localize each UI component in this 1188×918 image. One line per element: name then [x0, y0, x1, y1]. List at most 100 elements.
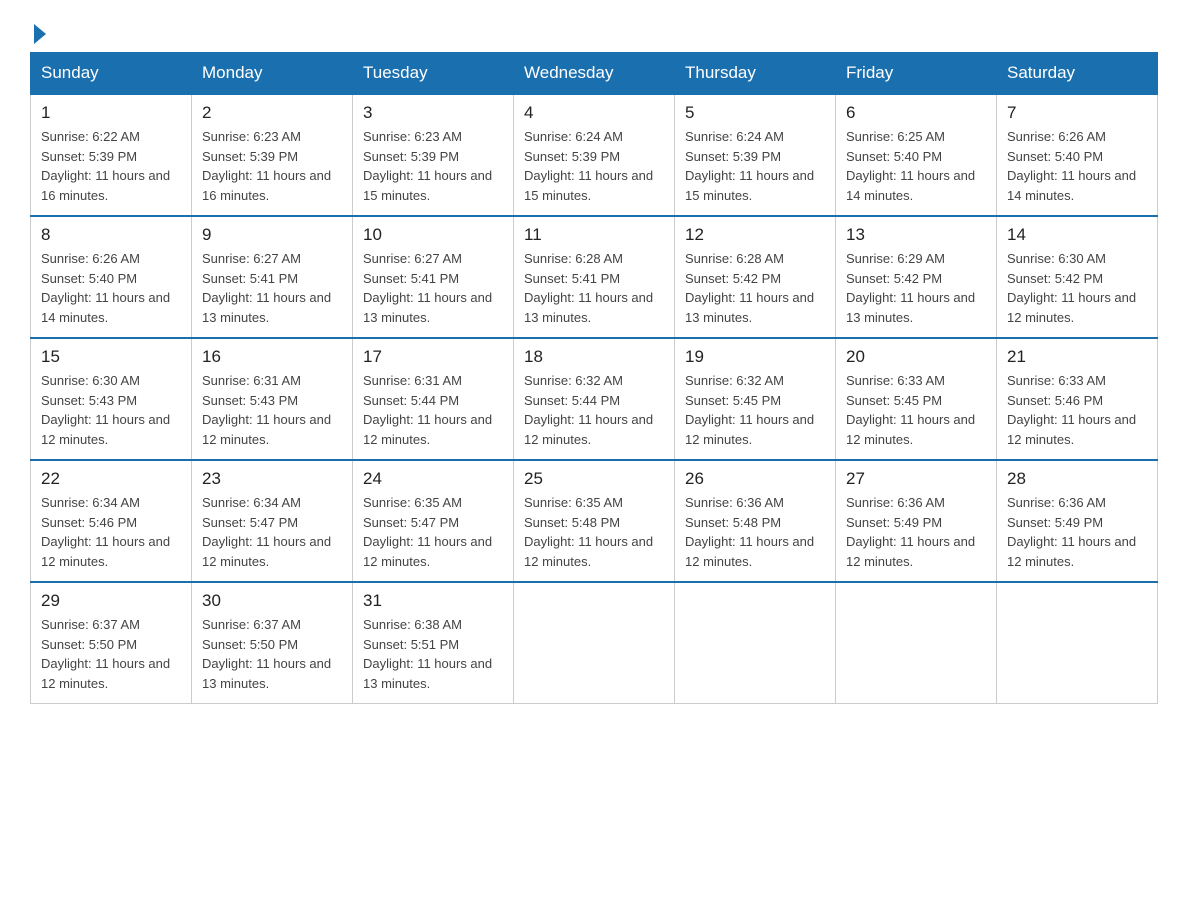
calendar-day-cell: 25Sunrise: 6:35 AMSunset: 5:48 PMDayligh…	[514, 460, 675, 582]
day-number: 19	[685, 347, 825, 367]
calendar-day-cell: 19 Sunrise: 6:32 AMSunset: 5:45 PMDayligh…	[675, 338, 836, 460]
page-header	[30, 20, 1158, 42]
day-of-week-header: Wednesday	[514, 53, 675, 95]
day-number: 26	[685, 469, 825, 489]
day-number: 20	[846, 347, 986, 367]
day-info: Sunrise: 6:28 AMSunset: 5:41 PMDaylight:…	[524, 249, 664, 327]
calendar-day-cell: 31Sunrise: 6:38 AMSunset: 5:51 PMDayligh…	[353, 582, 514, 704]
calendar-day-cell: 13 Sunrise: 6:29 AMSunset: 5:42 PMDayligh…	[836, 216, 997, 338]
calendar-week-row: 1 Sunrise: 6:22 AMSunset: 5:39 PMDaylight…	[31, 94, 1158, 216]
day-info: Sunrise: 6:25 AMSunset: 5:40 PMDaylight:…	[846, 127, 986, 205]
day-number: 18	[524, 347, 664, 367]
calendar-day-cell: 7 Sunrise: 6:26 AMSunset: 5:40 PMDaylight…	[997, 94, 1158, 216]
day-info: Sunrise: 6:29 AMSunset: 5:42 PMDaylight:…	[846, 249, 986, 327]
calendar-day-cell: 15Sunrise: 6:30 AMSunset: 5:43 PMDayligh…	[31, 338, 192, 460]
calendar-day-cell	[836, 582, 997, 704]
calendar-day-cell: 9 Sunrise: 6:27 AMSunset: 5:41 PMDaylight…	[192, 216, 353, 338]
day-number: 12	[685, 225, 825, 245]
calendar-day-cell: 14 Sunrise: 6:30 AMSunset: 5:42 PMDayligh…	[997, 216, 1158, 338]
calendar-table: SundayMondayTuesdayWednesdayThursdayFrid…	[30, 52, 1158, 704]
day-info: Sunrise: 6:37 AMSunset: 5:50 PMDaylight:…	[41, 615, 181, 693]
calendar-day-cell: 4 Sunrise: 6:24 AMSunset: 5:39 PMDaylight…	[514, 94, 675, 216]
day-number: 14	[1007, 225, 1147, 245]
day-info: Sunrise: 6:34 AMSunset: 5:46 PMDaylight:…	[41, 493, 181, 571]
day-info: Sunrise: 6:31 AMSunset: 5:44 PMDaylight:…	[363, 371, 503, 449]
calendar-day-cell: 17 Sunrise: 6:31 AMSunset: 5:44 PMDayligh…	[353, 338, 514, 460]
calendar-day-cell: 16 Sunrise: 6:31 AMSunset: 5:43 PMDayligh…	[192, 338, 353, 460]
day-number: 15	[41, 347, 181, 367]
calendar-day-cell: 5Sunrise: 6:24 AMSunset: 5:39 PMDaylight…	[675, 94, 836, 216]
day-number: 3	[363, 103, 503, 123]
calendar-day-cell: 29Sunrise: 6:37 AMSunset: 5:50 PMDayligh…	[31, 582, 192, 704]
calendar-day-cell	[675, 582, 836, 704]
calendar-day-cell: 28 Sunrise: 6:36 AMSunset: 5:49 PMDayligh…	[997, 460, 1158, 582]
calendar-day-cell: 1 Sunrise: 6:22 AMSunset: 5:39 PMDaylight…	[31, 94, 192, 216]
day-number: 21	[1007, 347, 1147, 367]
logo	[30, 20, 46, 42]
day-info: Sunrise: 6:35 AMSunset: 5:47 PMDaylight:…	[363, 493, 503, 571]
day-number: 7	[1007, 103, 1147, 123]
day-info: Sunrise: 6:38 AMSunset: 5:51 PMDaylight:…	[363, 615, 503, 693]
day-of-week-header: Saturday	[997, 53, 1158, 95]
day-info: Sunrise: 6:31 AMSunset: 5:43 PMDaylight:…	[202, 371, 342, 449]
day-info: Sunrise: 6:37 AMSunset: 5:50 PMDaylight:…	[202, 615, 342, 693]
calendar-week-row: 29Sunrise: 6:37 AMSunset: 5:50 PMDayligh…	[31, 582, 1158, 704]
day-info: Sunrise: 6:23 AMSunset: 5:39 PMDaylight:…	[202, 127, 342, 205]
day-info: Sunrise: 6:30 AMSunset: 5:42 PMDaylight:…	[1007, 249, 1147, 327]
day-info: Sunrise: 6:27 AMSunset: 5:41 PMDaylight:…	[202, 249, 342, 327]
day-number: 1	[41, 103, 181, 123]
day-of-week-header: Friday	[836, 53, 997, 95]
day-number: 24	[363, 469, 503, 489]
day-of-week-header: Monday	[192, 53, 353, 95]
day-info: Sunrise: 6:26 AMSunset: 5:40 PMDaylight:…	[1007, 127, 1147, 205]
day-info: Sunrise: 6:23 AMSunset: 5:39 PMDaylight:…	[363, 127, 503, 205]
day-number: 9	[202, 225, 342, 245]
calendar-day-cell: 3 Sunrise: 6:23 AMSunset: 5:39 PMDaylight…	[353, 94, 514, 216]
day-number: 16	[202, 347, 342, 367]
calendar-week-row: 15Sunrise: 6:30 AMSunset: 5:43 PMDayligh…	[31, 338, 1158, 460]
calendar-week-row: 8 Sunrise: 6:26 AMSunset: 5:40 PMDaylight…	[31, 216, 1158, 338]
calendar-day-cell: 26 Sunrise: 6:36 AMSunset: 5:48 PMDayligh…	[675, 460, 836, 582]
day-info: Sunrise: 6:27 AMSunset: 5:41 PMDaylight:…	[363, 249, 503, 327]
calendar-day-cell: 11 Sunrise: 6:28 AMSunset: 5:41 PMDayligh…	[514, 216, 675, 338]
day-number: 6	[846, 103, 986, 123]
day-info: Sunrise: 6:36 AMSunset: 5:48 PMDaylight:…	[685, 493, 825, 571]
day-number: 30	[202, 591, 342, 611]
logo-arrow-icon	[34, 24, 46, 44]
day-info: Sunrise: 6:34 AMSunset: 5:47 PMDaylight:…	[202, 493, 342, 571]
day-number: 27	[846, 469, 986, 489]
calendar-day-cell: 30 Sunrise: 6:37 AMSunset: 5:50 PMDayligh…	[192, 582, 353, 704]
day-info: Sunrise: 6:36 AMSunset: 5:49 PMDaylight:…	[846, 493, 986, 571]
calendar-day-cell	[997, 582, 1158, 704]
day-info: Sunrise: 6:22 AMSunset: 5:39 PMDaylight:…	[41, 127, 181, 205]
calendar-day-cell: 6 Sunrise: 6:25 AMSunset: 5:40 PMDaylight…	[836, 94, 997, 216]
day-info: Sunrise: 6:26 AMSunset: 5:40 PMDaylight:…	[41, 249, 181, 327]
calendar-week-row: 22 Sunrise: 6:34 AMSunset: 5:46 PMDayligh…	[31, 460, 1158, 582]
calendar-day-cell: 20 Sunrise: 6:33 AMSunset: 5:45 PMDayligh…	[836, 338, 997, 460]
day-info: Sunrise: 6:24 AMSunset: 5:39 PMDaylight:…	[685, 127, 825, 205]
day-number: 28	[1007, 469, 1147, 489]
day-info: Sunrise: 6:36 AMSunset: 5:49 PMDaylight:…	[1007, 493, 1147, 571]
calendar-day-cell: 18 Sunrise: 6:32 AMSunset: 5:44 PMDayligh…	[514, 338, 675, 460]
day-number: 11	[524, 225, 664, 245]
calendar-day-cell: 2 Sunrise: 6:23 AMSunset: 5:39 PMDaylight…	[192, 94, 353, 216]
calendar-day-cell: 8 Sunrise: 6:26 AMSunset: 5:40 PMDaylight…	[31, 216, 192, 338]
day-info: Sunrise: 6:33 AMSunset: 5:46 PMDaylight:…	[1007, 371, 1147, 449]
day-info: Sunrise: 6:32 AMSunset: 5:44 PMDaylight:…	[524, 371, 664, 449]
calendar-day-cell: 24 Sunrise: 6:35 AMSunset: 5:47 PMDayligh…	[353, 460, 514, 582]
day-number: 13	[846, 225, 986, 245]
calendar-header-row: SundayMondayTuesdayWednesdayThursdayFrid…	[31, 53, 1158, 95]
day-number: 25	[524, 469, 664, 489]
day-info: Sunrise: 6:28 AMSunset: 5:42 PMDaylight:…	[685, 249, 825, 327]
day-info: Sunrise: 6:32 AMSunset: 5:45 PMDaylight:…	[685, 371, 825, 449]
day-info: Sunrise: 6:24 AMSunset: 5:39 PMDaylight:…	[524, 127, 664, 205]
day-number: 4	[524, 103, 664, 123]
day-of-week-header: Thursday	[675, 53, 836, 95]
day-number: 23	[202, 469, 342, 489]
day-number: 22	[41, 469, 181, 489]
day-number: 8	[41, 225, 181, 245]
day-number: 2	[202, 103, 342, 123]
day-info: Sunrise: 6:33 AMSunset: 5:45 PMDaylight:…	[846, 371, 986, 449]
day-number: 17	[363, 347, 503, 367]
calendar-day-cell	[514, 582, 675, 704]
